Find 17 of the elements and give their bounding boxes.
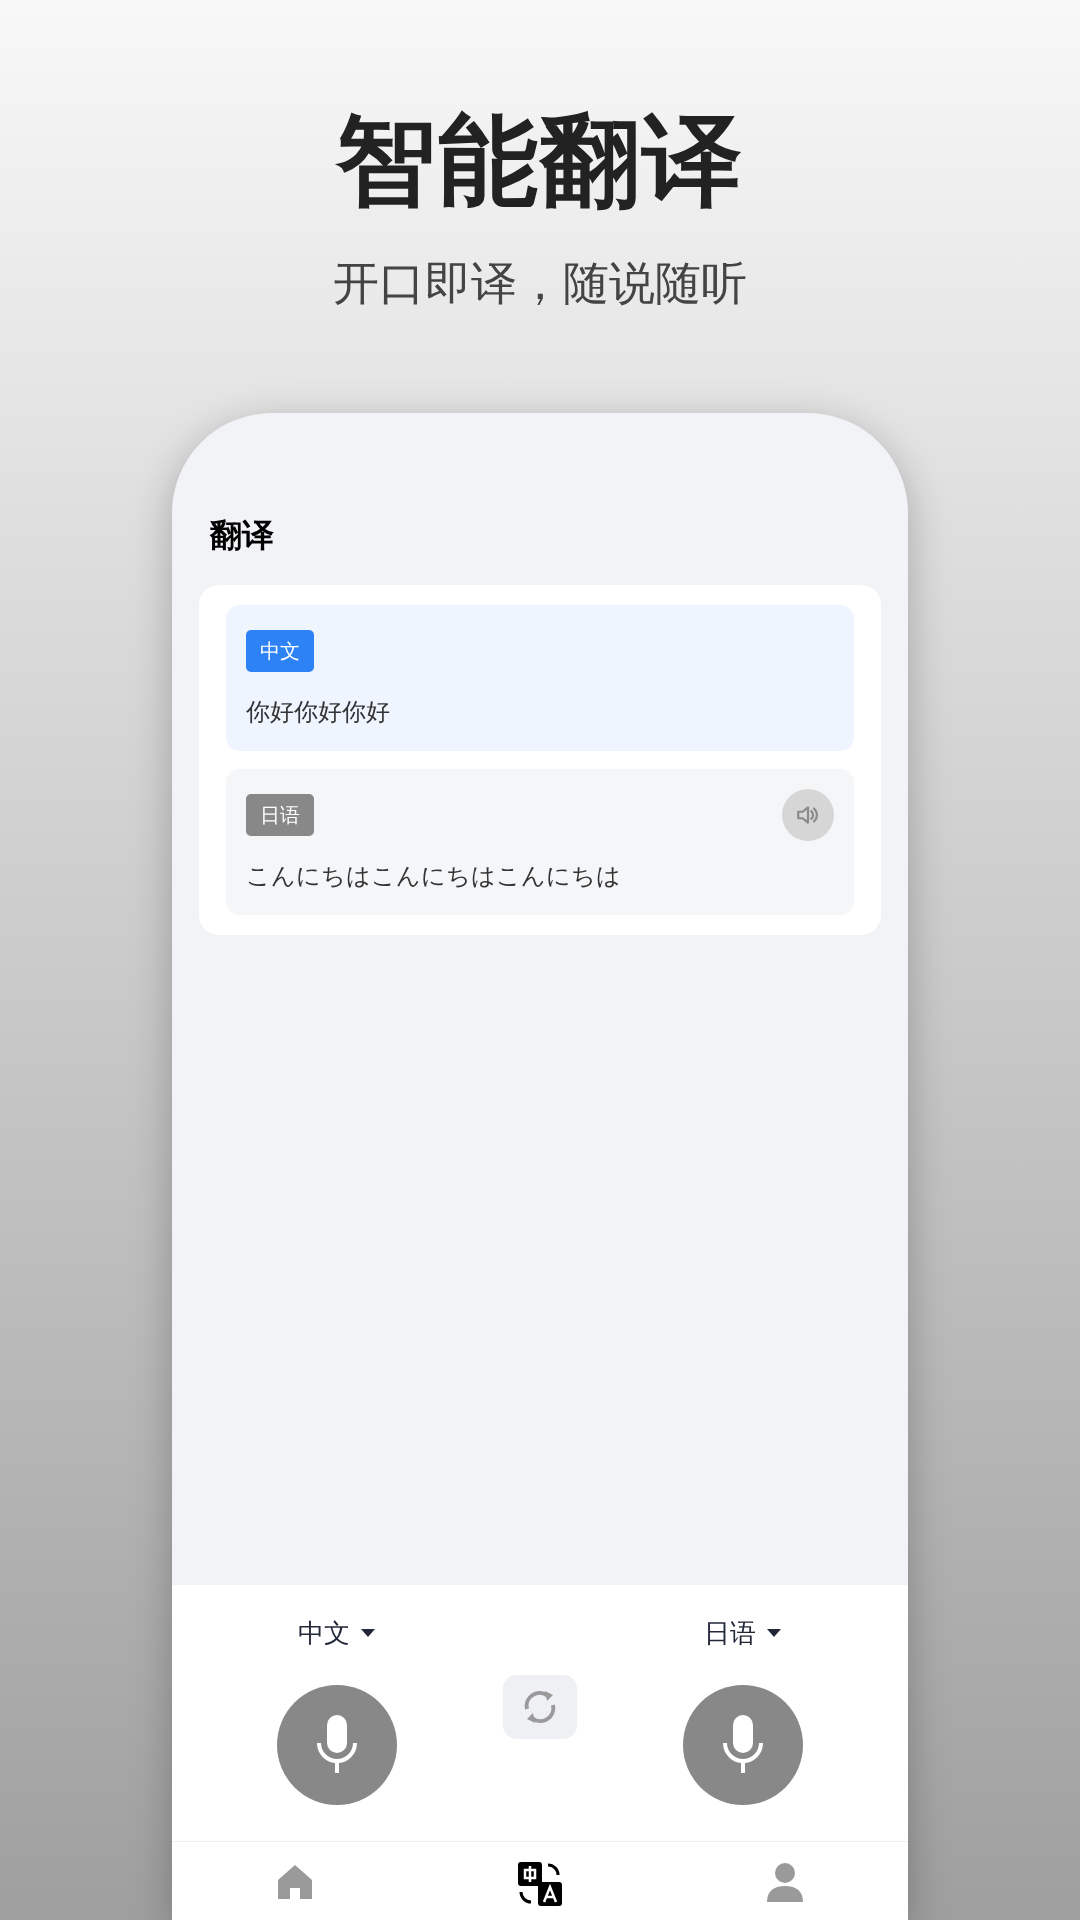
translate-icon [518, 1862, 562, 1906]
translation-text: こんにちはこんにちはこんにちは [246, 861, 622, 892]
speaker-button[interactable] [782, 789, 834, 841]
language-selector[interactable]: 日语 [683, 1613, 803, 1653]
caret-icon [766, 1628, 782, 1638]
person-icon [765, 1862, 806, 1902]
source-text: 你好你好你好 [246, 697, 391, 728]
tagline: 开口即译，随说随听 [333, 255, 747, 312]
swap-button[interactable] [503, 1675, 577, 1739]
screen-title: 翻译 [210, 515, 275, 556]
language-tag: 中文 [246, 630, 314, 672]
language-selector[interactable]: 中文 [277, 1613, 397, 1653]
microphone-icon [314, 1715, 360, 1775]
microphone-icon [720, 1715, 766, 1775]
caret-icon [360, 1628, 376, 1638]
language-tag: 日语 [246, 794, 314, 836]
headline: 智能翻译 [336, 100, 744, 221]
